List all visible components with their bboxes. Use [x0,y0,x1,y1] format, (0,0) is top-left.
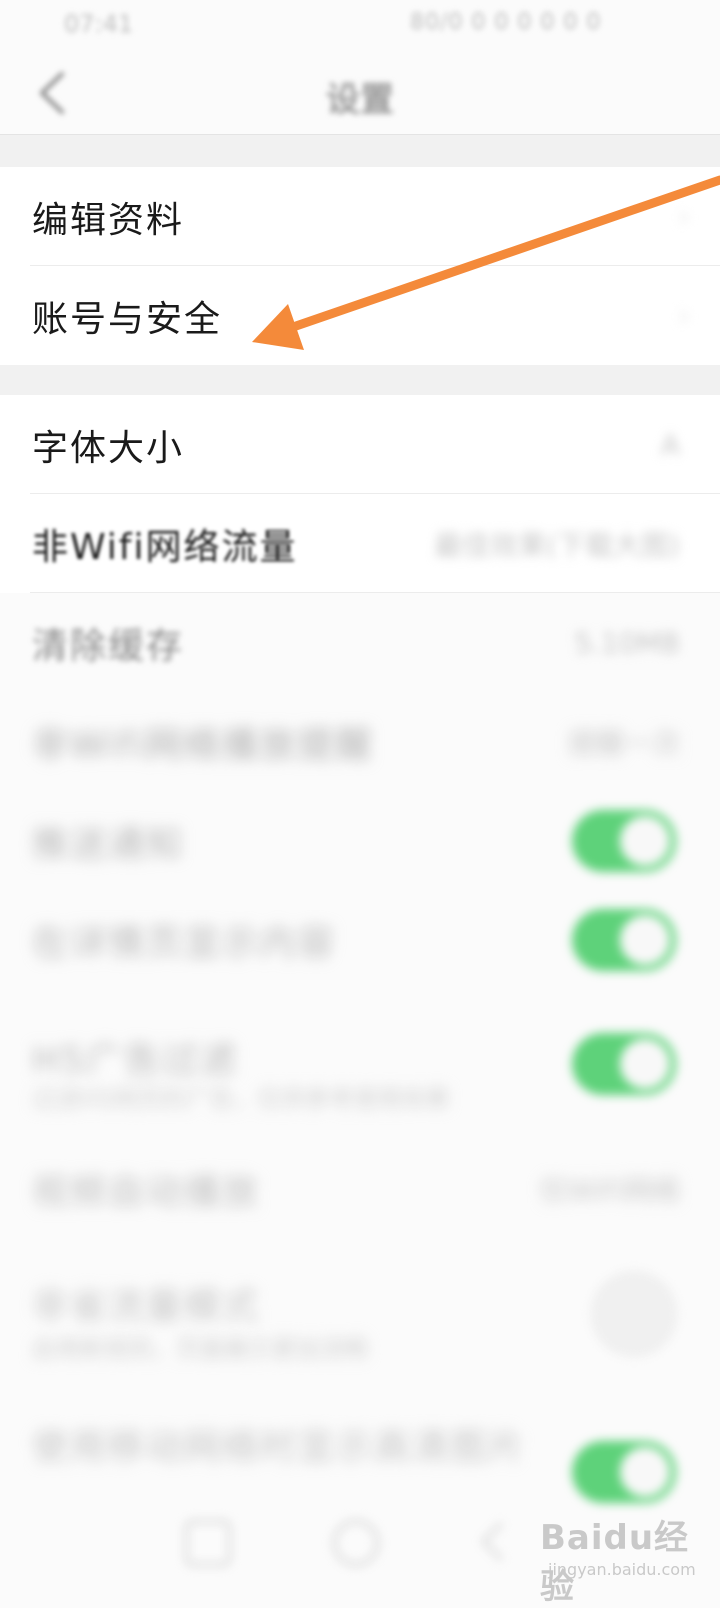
row-value: 仅WiFi网络 [539,1174,680,1207]
row-label: 编辑资料 [32,199,185,241]
row-subtitle: 启用新规则，页面展示更加流畅 [32,1335,368,1363]
non-wifi-play-reminder-row[interactable]: 非Wifi网络播放提醒 提醒一次 [0,692,720,791]
page-title: 设置 [326,80,394,120]
non-saving-mode-toggle[interactable] [592,1272,676,1356]
row-label: H5广告过滤 [32,1040,238,1081]
chevron-right-icon: › [678,199,690,234]
non-saving-mode-row: 非省流量模式 启用新规则，页面展示更加流畅 [0,1239,720,1389]
row-label: 在详情页显示内容 [32,922,337,964]
clear-cache-row[interactable]: 清除缓存 5.10MB [0,593,720,692]
preferences-group: 字体大小 A 非Wifi网络流量 最佳效果(下载大图) 清除缓存 5.10MB … [0,395,720,1503]
h5-ad-filter-row: H5广告过滤 过滤H5网页的广告，仅供参考使用效果 [0,989,720,1139]
row-label: 推送通知 [32,823,185,865]
push-notification-toggle[interactable] [572,809,676,872]
watermark-logo: Baidu经验 jingyan.baidu.com [540,1490,710,1607]
font-size-row[interactable]: 字体大小 A [0,395,720,494]
watermark-url: jingyan.baidu.com [548,1560,696,1579]
section-gap [0,135,720,167]
account-group: 编辑资料 › 账号与安全 › [0,167,720,365]
section-gap [0,365,720,395]
edit-profile-row[interactable]: 编辑资料 › [0,167,720,266]
detail-content-toggle[interactable] [572,908,676,971]
row-value: 最佳效果(下载大图) [434,528,680,562]
watermark-brand: Baidu经验 [540,1518,690,1607]
recent-apps-icon[interactable] [185,1520,231,1566]
chevron-right-icon: › [678,298,690,333]
row-label: 清除缓存 [32,625,185,667]
row-label: 非Wifi网络流量 [32,526,298,568]
row-subtitle: 过滤H5网页的广告，仅供参考使用效果 [32,1085,450,1113]
home-icon[interactable] [333,1520,379,1566]
detail-content-row: 在详情页显示内容 [0,890,720,989]
row-value: 提醒一次 [567,726,680,760]
status-indicators: 80/0 0 0 0 0 0 0 [410,10,602,35]
row-label: 视频自动播放 [32,1172,261,1213]
non-wifi-traffic-row[interactable]: 非Wifi网络流量 最佳效果(下载大图) [0,494,720,593]
nav-bar: 设置 [0,50,720,135]
row-value: A [660,428,680,461]
row-label: 非Wifi网络播放提醒 [32,724,374,766]
push-notification-row: 推送通知 [0,791,720,890]
row-label: 非省流量模式 [32,1286,261,1327]
account-security-row[interactable]: 账号与安全 › [0,266,720,365]
video-autoplay-row[interactable]: 视频自动播放 仅WiFi网络 [0,1139,720,1239]
h5-ad-filter-toggle[interactable] [572,1033,676,1095]
back-nav-icon[interactable] [481,1522,520,1561]
row-label: 使用移动网络时显示高清图片 [32,1427,527,1468]
row-label: 账号与安全 [32,298,223,340]
hd-image-row: 使用移动网络时显示高清图片 [0,1389,720,1503]
status-bar: 07:41 80/0 0 0 0 0 0 0 [0,0,720,50]
row-label: 字体大小 [32,427,185,469]
status-time: 07:41 [64,10,134,38]
row-value: 5.10MB [574,626,680,659]
